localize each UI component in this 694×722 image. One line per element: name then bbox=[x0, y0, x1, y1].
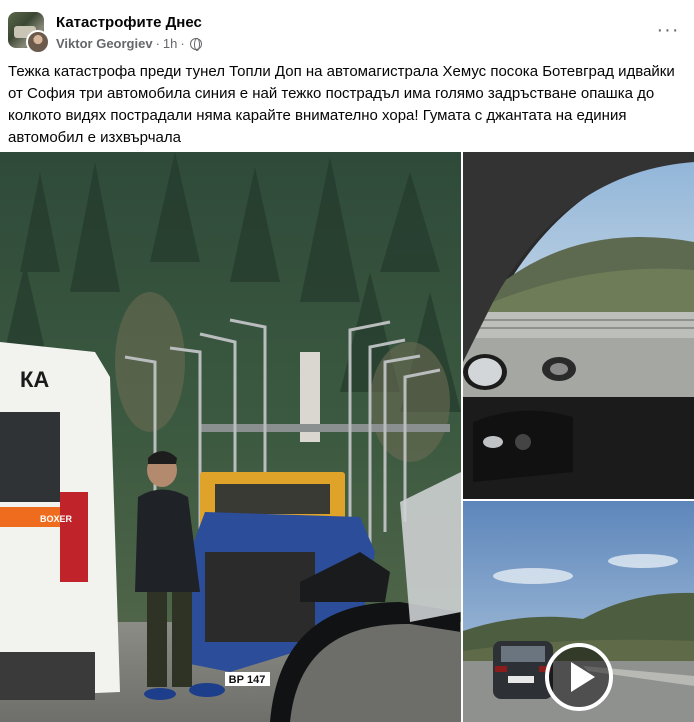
car-interior-image bbox=[463, 152, 694, 499]
meta-separator-2: · bbox=[180, 36, 185, 51]
more-dots-icon: ··· bbox=[656, 19, 680, 41]
author-name-link[interactable]: Viktor Georgiev bbox=[56, 36, 153, 51]
globe-icon[interactable] bbox=[189, 37, 202, 51]
more-options-button[interactable]: ··· bbox=[654, 16, 682, 44]
avatar-stack[interactable] bbox=[8, 12, 50, 54]
ambulance-label-text: КА bbox=[20, 367, 49, 392]
post-meta: Viktor Georgiev · 1h · bbox=[56, 36, 202, 51]
license-plate-text: ВР 147 bbox=[229, 674, 266, 686]
facebook-post: Катастрофите Днес Viktor Georgiev · 1h ·… bbox=[0, 0, 694, 722]
accident-scene-image: ВР 147 КА BOXER bbox=[0, 152, 461, 722]
group-name-link[interactable]: Катастрофите Днес bbox=[56, 14, 202, 31]
post-header: Катастрофите Днес Viktor Georgiev · 1h ·… bbox=[0, 8, 694, 56]
accident-scene-photo[interactable]: ВР 147 КА BOXER bbox=[0, 152, 461, 722]
video-play-button[interactable] bbox=[545, 643, 613, 711]
author-avatar[interactable] bbox=[26, 30, 50, 54]
car-interior-wheel-photo[interactable] bbox=[463, 152, 694, 499]
ambulance-brand-text: BOXER bbox=[40, 514, 73, 524]
meta-separator: · bbox=[155, 36, 160, 51]
post-timestamp[interactable]: 1h bbox=[163, 36, 177, 51]
post-message: Тежка катастрофа преди тунел Топли Доп н… bbox=[8, 63, 675, 146]
